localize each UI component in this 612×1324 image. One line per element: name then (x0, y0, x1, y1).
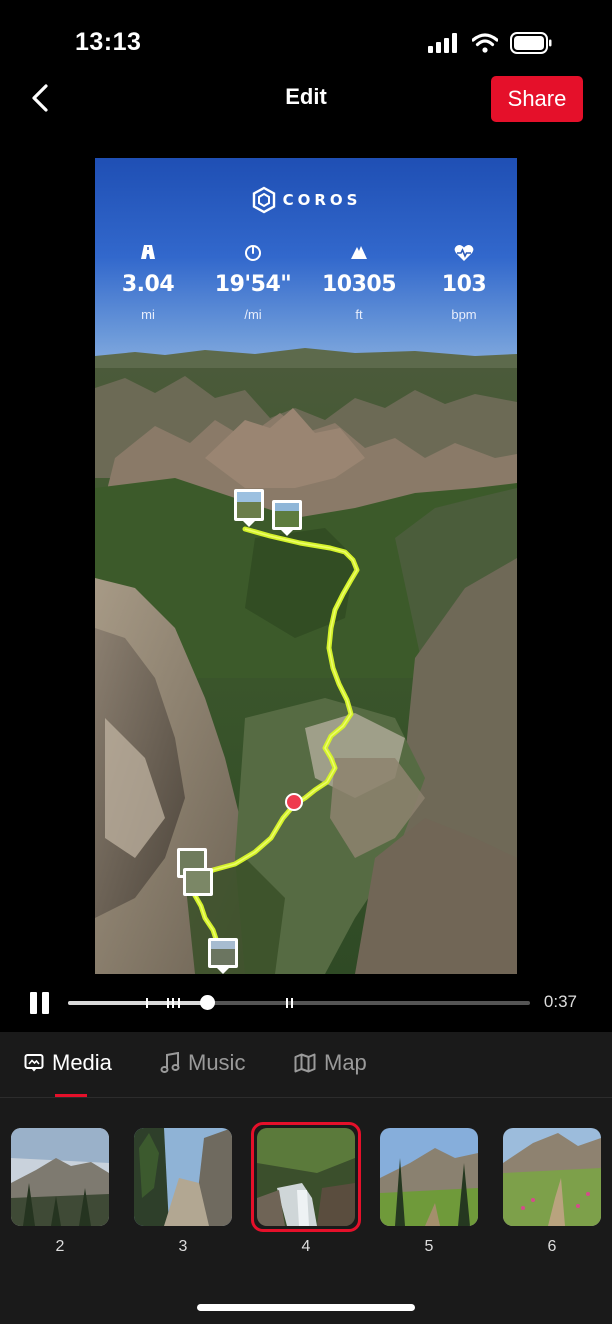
tab-bar: Media Music Map (0, 1032, 612, 1098)
stat-heart-rate: 103 bpm (409, 244, 517, 322)
active-tab-indicator (55, 1094, 87, 1097)
progress-handle[interactable] (199, 995, 215, 1010)
status-icons (428, 32, 552, 54)
tab-media[interactable]: Media (24, 1050, 112, 1076)
wifi-icon (472, 33, 498, 53)
clip-marker (167, 998, 169, 1008)
media-thumbnail-selected[interactable]: 4 (251, 1122, 361, 1256)
battery-icon (510, 32, 552, 54)
tab-label: Music (188, 1050, 246, 1075)
media-thumbnails: 2 3 4 5 6 (0, 1122, 612, 1278)
heart-rate-icon (454, 245, 474, 261)
progress-fill (68, 1001, 207, 1005)
stat-unit: bpm (451, 307, 477, 322)
media-thumbnail[interactable]: 6 (503, 1128, 601, 1256)
thumbnail-number: 5 (424, 1238, 434, 1255)
tab-map[interactable]: Map (294, 1050, 367, 1076)
playback-controls: 0:37 (0, 980, 612, 1026)
media-thumbnail[interactable]: 5 (380, 1128, 478, 1256)
thumbnail-number: 2 (55, 1238, 65, 1255)
stat-unit: ft (355, 307, 363, 322)
clip-marker (291, 998, 293, 1008)
photo-marker[interactable] (183, 868, 213, 896)
stat-unit: mi (141, 307, 155, 322)
header: Edit Share (0, 74, 612, 124)
mountain-icon (351, 246, 367, 259)
thumbnail-image (257, 1128, 355, 1226)
stat-distance: 3.04 mi (95, 244, 203, 322)
coros-logo-icon (252, 186, 275, 214)
media-thumbnail[interactable]: 3 (134, 1128, 232, 1256)
stat-unit: /mi (244, 307, 262, 322)
pause-button[interactable] (28, 992, 52, 1016)
brand-name: COROS (282, 191, 362, 209)
stat-value: 19'54" (214, 272, 292, 297)
media-thumbnail[interactable]: 2 (11, 1128, 109, 1256)
stat-pace: 19'54" /mi (198, 244, 308, 322)
current-position-marker (285, 793, 303, 811)
progress-track[interactable] (68, 995, 530, 1010)
share-button[interactable]: Share (491, 76, 583, 122)
map-icon (294, 1053, 316, 1073)
clip-marker (286, 998, 288, 1008)
tab-music[interactable]: Music (160, 1050, 245, 1076)
tab-label: Map (324, 1050, 367, 1075)
cellular-signal-icon (428, 33, 457, 53)
stat-value: 3.04 (121, 272, 175, 297)
brand-logo: COROS (95, 186, 517, 214)
status-time: 13:13 (75, 28, 142, 56)
clip-marker (146, 998, 148, 1008)
thumbnail-number: 3 (178, 1238, 188, 1255)
clip-marker (178, 998, 180, 1008)
edit-panel: Media Music Map 2 3 4 5 6 (0, 1032, 612, 1324)
thumbnail-number: 6 (547, 1238, 557, 1255)
thumbnail-image (503, 1128, 601, 1226)
stat-value: 10305 (321, 272, 397, 297)
clip-marker (172, 998, 174, 1008)
tab-label: Media (52, 1050, 112, 1075)
thumbnail-number: 4 (301, 1238, 311, 1255)
pause-icon (30, 992, 37, 1014)
status-bar: 13:13 (0, 0, 612, 80)
thumbnail-image (134, 1128, 232, 1226)
road-icon (141, 245, 155, 259)
media-icon (24, 1054, 44, 1072)
music-note-icon (160, 1052, 180, 1073)
stat-elevation: 10305 ft (304, 244, 414, 322)
thumbnail-image (380, 1128, 478, 1226)
speedometer-icon (245, 245, 261, 261)
home-indicator (197, 1304, 415, 1311)
stat-value: 103 (441, 272, 487, 297)
video-preview[interactable]: COROS 3.04 mi 19'54" /mi 10305 ft 103 bp… (95, 158, 517, 974)
elapsed-time: 0:37 (543, 992, 577, 1011)
thumbnail-image (11, 1128, 109, 1226)
